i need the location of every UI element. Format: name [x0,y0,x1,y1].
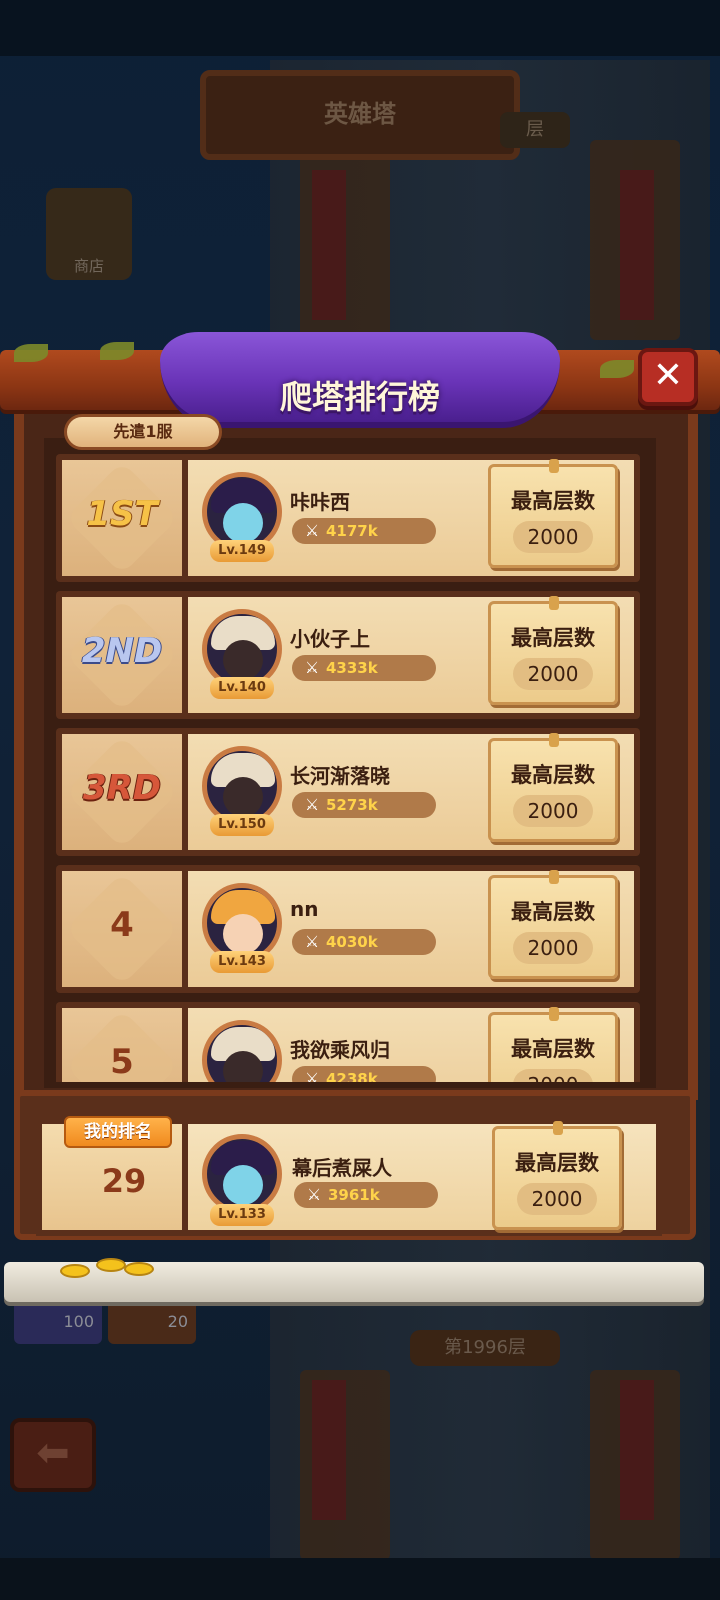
ranking-row[interactable]: 1ST Lv.149 咔咔西 ⚔ 4177k 最高层数 2000 [56,454,640,582]
power-bar: ⚔ 4238k [292,1066,436,1082]
floor-value: 2000 [513,521,593,553]
floor-value: 2000 [513,795,593,827]
power-value: 4177k [326,522,378,540]
leaf-decoration [100,342,134,360]
rank-label: 2ND [81,631,163,671]
floor-card: 最高层数 2000 [488,1007,618,1082]
tower-title: 英雄塔 [200,70,520,160]
floor-label: 最高层数 [511,763,595,787]
power-value: 4030k [326,933,378,951]
rank-label: 4 [110,905,134,945]
ranking-row[interactable]: 4 Lv.143 nn ⚔ 4030k 最高层数 2000 [56,865,640,993]
level-badge: Lv.140 [210,677,274,699]
power-bar: ⚔ 4030k [292,929,436,955]
ranking-row[interactable]: 5 我欲乘风归 ⚔ 4238k 最高层数 2000 [56,1002,640,1082]
ranking-row-clip: 5 我欲乘风归 ⚔ 4238k 最高层数 2000 [0,1002,720,1082]
close-button[interactable]: ✕ [638,348,698,406]
power-value: 5273k [326,796,378,814]
floor-label: 最高层数 [511,1037,595,1061]
floor-tag: 层 [500,112,570,148]
my-rank-number: 29 [101,1162,147,1200]
floor-label: 最高层数 [511,900,595,924]
face-icon [223,777,263,817]
coin-icon [124,1262,154,1276]
power-value: 4238k [326,1070,378,1082]
leaf-decoration [14,344,48,362]
power-value: 3961k [328,1186,380,1204]
face-icon [223,503,263,543]
server-tab[interactable]: 先遣1服 [64,414,222,450]
shop-button[interactable]: 商店 [46,188,132,280]
sword-icon: ⚔ [304,658,320,677]
item-slot[interactable]: 20 [108,1300,196,1344]
level-badge: Lv.143 [210,951,274,973]
floor-value: 2000 [513,1069,593,1082]
back-arrow-icon: ⬅ [36,1430,70,1476]
floor-card: 最高层数 2000 [492,1121,622,1230]
tower-banner [620,1380,654,1520]
floor-card: 最高层数 2000 [488,870,618,979]
coin-icon [96,1258,126,1272]
rank-label: 1ST [86,494,158,534]
floor-card: 最高层数 2000 [488,459,618,568]
face-icon [223,1165,263,1205]
rank-label: 3RD [82,768,162,808]
level-badge: Lv.133 [210,1204,274,1226]
sword-icon: ⚔ [304,1069,320,1082]
floor-tag-lower: 第1996层 [410,1330,560,1366]
level-badge: Lv.150 [210,814,274,836]
player-name: 小伙子上 [290,627,370,651]
sword-icon: ⚔ [306,1185,322,1204]
power-bar: ⚔ 4333k [292,655,436,681]
floor-card: 最高层数 2000 [488,596,618,705]
leaf-decoration [600,360,634,378]
face-icon [223,914,263,954]
player-name: 幕后煮屎人 [292,1156,392,1180]
player-name: 长河渐落晓 [290,764,390,788]
floor-label: 最高层数 [511,489,595,513]
power-bar: ⚔ 4177k [292,518,436,544]
my-avatar[interactable] [202,1134,282,1214]
rank-label: 5 [110,1042,134,1082]
power-bar: ⚔ 3961k [294,1182,438,1208]
my-rank-badge: 我的排名 [64,1116,172,1148]
sword-icon: ⚔ [304,932,320,951]
ranking-row[interactable]: 3RD Lv.150 长河渐落晓 ⚔ 5273k 最高层数 2000 [56,728,640,856]
sword-icon: ⚔ [304,521,320,540]
player-name: 咔咔西 [290,490,350,514]
floor-value: 2000 [517,1183,597,1215]
close-icon: ✕ [652,355,684,396]
ranking-row[interactable]: 2ND Lv.140 小伙子上 ⚔ 4333k 最高层数 2000 [56,591,640,719]
shop-label: 商店 [73,257,104,275]
sword-icon: ⚔ [304,795,320,814]
item-slot[interactable]: 100 [14,1300,102,1344]
level-badge: Lv.149 [210,540,274,562]
back-button[interactable]: ⬅ [10,1418,96,1492]
nav-bar [0,1558,720,1600]
power-bar: ⚔ 5273k [292,792,436,818]
player-name: nn [290,897,319,921]
floor-label: 最高层数 [515,1151,599,1175]
tower-banner [620,170,654,320]
player-name: 我欲乘风归 [290,1038,390,1062]
tower-banner [312,1380,346,1520]
floor-card: 最高层数 2000 [488,733,618,842]
status-bar [0,0,720,56]
floor-value: 2000 [513,658,593,690]
face-icon [223,640,263,680]
floor-value: 2000 [513,932,593,964]
power-value: 4333k [326,659,378,677]
coin-icon [60,1264,90,1278]
panel-title: 爬塔排行榜 [279,378,440,416]
tower-banner [312,170,346,320]
floor-label: 最高层数 [511,626,595,650]
